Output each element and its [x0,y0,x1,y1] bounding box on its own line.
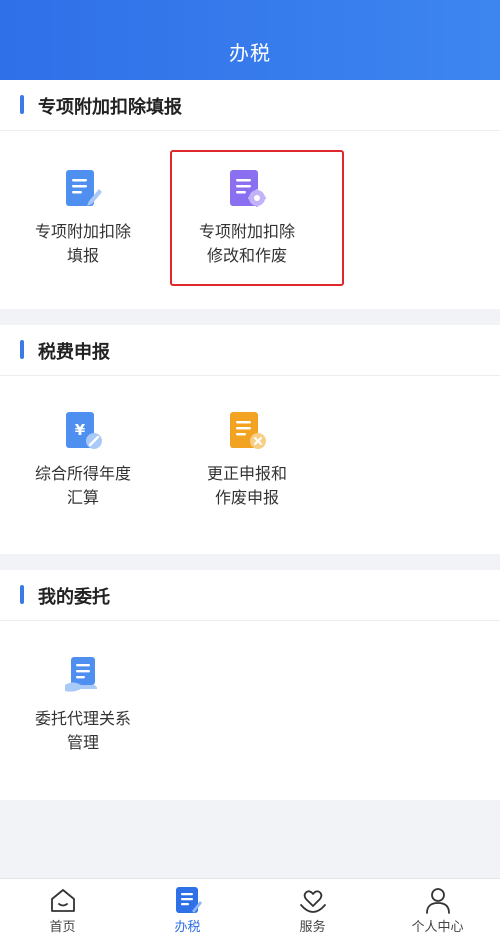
tab-tax[interactable]: 办税 [125,879,250,943]
tile-special-deduction-fill[interactable]: 专项附加扣除 填报 [8,168,158,268]
section-accent-bar [20,585,24,604]
section-header: 税费申报 [0,325,500,376]
tile-delegation-management[interactable]: 委托代理关系 管理 [8,655,158,755]
tab-label: 个人中心 [411,920,464,935]
tab-service[interactable]: 服务 [250,879,375,943]
tile-correction-declaration[interactable]: 更正申报和 作废申报 [172,410,322,510]
section-title: 我的委托 [38,587,110,608]
heart-hands-icon [298,885,328,915]
edit-document-icon [63,168,103,208]
tile-label-line1: 委托代理关系 [34,709,131,728]
tile-label-line1: 综合所得年度 [34,464,131,483]
bottom-tab-bar: 首页 办税 服务 个人中心 [0,878,500,943]
tile-label-line2: 填报 [66,246,99,265]
tax-document-icon [173,885,203,915]
page-title: 办税 [229,41,271,65]
section-accent-bar [20,95,24,114]
section-title: 专项附加扣除填报 [38,97,182,118]
tile-label-line1: 更正申报和 [206,464,287,483]
tab-personal-center[interactable]: 个人中心 [375,879,500,943]
tile-label-line1: 专项附加扣除 [34,222,131,241]
svg-text:¥: ¥ [75,421,86,439]
tile-label-line2: 作废申报 [214,488,279,507]
tile-label-line2: 汇算 [66,488,99,507]
section-title: 税费申报 [38,342,110,363]
highlight-box [170,150,344,286]
tile-annual-settlement[interactable]: ¥ 综合所得年度 汇算 [8,410,158,510]
section-header: 专项附加扣除填报 [0,80,500,131]
hand-document-icon [63,655,103,695]
tab-label: 办税 [174,920,201,935]
section-accent-bar [20,340,24,359]
cancel-document-icon [227,410,267,450]
app-header: 办税 [0,0,500,80]
person-icon [423,885,453,915]
section-my-delegation: 我的委托 委托代理关系 管理 [0,570,500,800]
tile-label-line2: 管理 [66,733,99,752]
tab-label: 服务 [299,920,326,935]
tab-home[interactable]: 首页 [0,879,125,943]
yuan-document-icon: ¥ [63,410,103,450]
section-header: 我的委托 [0,570,500,621]
section-tax-declaration: 税费申报 ¥ 综合所得年度 汇算 更正申报和 作废申报 [0,325,500,554]
tab-label: 首页 [49,920,76,935]
home-icon [48,885,78,915]
